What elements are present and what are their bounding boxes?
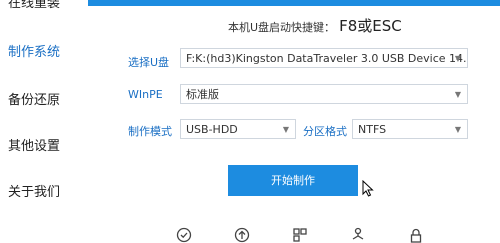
sidebar-item-online-reinstall[interactable]: 在线重装 — [8, 0, 60, 11]
winpe-select-value: 标准版 — [186, 88, 219, 101]
sidebar-item-backup-restore[interactable]: 备份还原 — [8, 89, 60, 108]
sidebar-item-about-us[interactable]: 关于我们 — [8, 181, 60, 200]
check-circle-icon[interactable] — [176, 227, 192, 243]
mouse-cursor-icon — [362, 180, 374, 197]
hotkey-keys: F8或ESC — [339, 17, 402, 35]
dropdown-arrow-icon: ▼ — [454, 54, 461, 63]
usb-select-value: F:K:(hd3)Kingston DataTraveler 3.0 USB D… — [186, 52, 468, 65]
sidebar: 在线重装 制作系统 备份还原 其他设置 关于我们 — [0, 0, 88, 240]
mode-label: 制作模式 — [128, 125, 172, 138]
top-accent-bar — [88, 0, 500, 6]
usb-select[interactable]: F:K:(hd3)Kingston DataTraveler 3.0 USB D… — [180, 48, 468, 68]
partition-select-value: NTFS — [358, 123, 387, 136]
usb-label: 选择U盘 — [128, 56, 170, 69]
hotkey-info: 本机U盘启动快捷键： F8或ESC — [228, 15, 402, 36]
dropdown-arrow-icon: ▼ — [282, 125, 289, 134]
sidebar-item-other-settings[interactable]: 其他设置 — [8, 135, 60, 154]
winpe-label: WInPE — [128, 88, 163, 101]
mode-select-value: USB-HDD — [186, 123, 238, 136]
partition-label: 分区格式 — [303, 125, 347, 138]
lock-icon[interactable] — [408, 227, 424, 243]
upload-icon[interactable] — [234, 227, 250, 243]
sidebar-item-make-system[interactable]: 制作系统 — [8, 41, 60, 60]
start-make-button[interactable]: 开始制作 — [228, 165, 358, 196]
winpe-select[interactable]: 标准版 ▼ — [180, 84, 468, 104]
apps-icon[interactable] — [292, 227, 308, 243]
network-icon[interactable] — [350, 227, 366, 243]
partition-select[interactable]: NTFS ▼ — [352, 119, 468, 139]
dropdown-arrow-icon: ▼ — [454, 90, 461, 99]
dropdown-arrow-icon: ▼ — [454, 125, 461, 134]
hotkey-label: 本机U盘启动快捷键： — [228, 21, 336, 34]
mode-select[interactable]: USB-HDD ▼ — [180, 119, 296, 139]
